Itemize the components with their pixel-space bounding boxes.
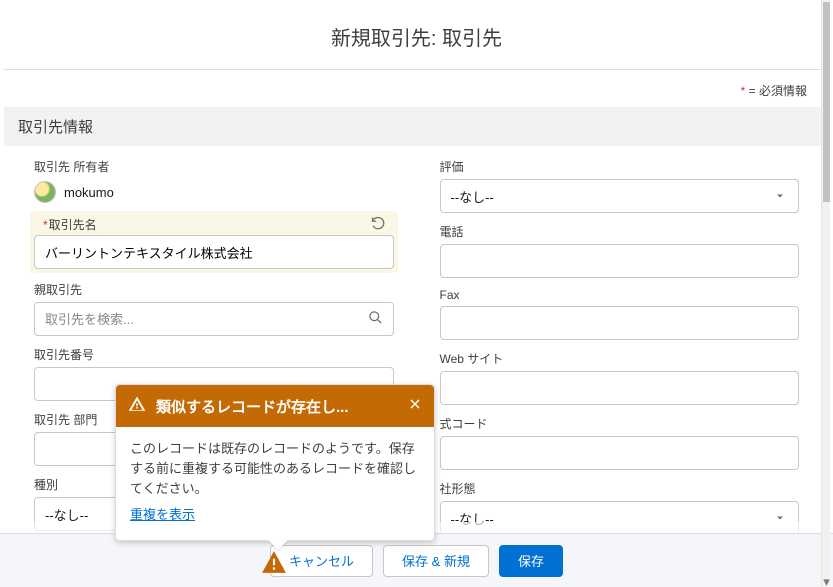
- popover-message: このレコードは既存のレコードのようです。保存する前に重複する可能性のあるレコード…: [130, 439, 420, 499]
- account-name-input[interactable]: [34, 235, 394, 269]
- vertical-scrollbar[interactable]: ▴ ▾: [821, 0, 830, 587]
- label-account-number: 取引先番号: [34, 346, 394, 363]
- label-phone: 電話: [440, 223, 800, 240]
- save-and-new-button[interactable]: 保存 & 新規: [383, 545, 489, 577]
- scroll-down-icon[interactable]: ▾: [822, 577, 831, 587]
- field-account-name: *取引先名: [34, 213, 394, 271]
- required-star: *: [741, 84, 746, 98]
- label-rating: 評価: [440, 158, 800, 175]
- footer: キャンセル 保存 & 新規 保存: [0, 533, 833, 587]
- required-legend: * = 必須情報: [0, 70, 833, 99]
- field-website: Web サイト: [440, 350, 800, 405]
- rating-select[interactable]: --なし--: [440, 179, 800, 213]
- field-fax: Fax: [440, 288, 800, 340]
- chevron-down-icon: [772, 188, 788, 204]
- fax-input[interactable]: [440, 306, 800, 340]
- label-parent-account: 親取引先: [34, 281, 394, 298]
- warning-icon: [128, 395, 146, 417]
- popover-title: 類似するレコードが存在し...: [156, 396, 398, 417]
- stock-code-input[interactable]: [440, 436, 800, 470]
- duplicate-popover: 類似するレコードが存在し... このレコードは既存のレコードのようです。保存する…: [115, 384, 435, 541]
- avatar: [34, 181, 56, 203]
- scrollbar-thumb[interactable]: [823, 2, 830, 202]
- undo-icon[interactable]: [370, 215, 385, 233]
- save-button[interactable]: 保存: [499, 545, 563, 577]
- label-owner: 取引先 所有者: [34, 158, 394, 175]
- owner-name: mokumo: [64, 185, 114, 200]
- field-phone: 電話: [440, 223, 800, 278]
- page-title: 新規取引先: 取引先: [0, 0, 833, 69]
- website-input[interactable]: [440, 371, 800, 405]
- field-owner: 取引先 所有者 mokumo: [34, 158, 394, 203]
- label-ownership: 社形態: [440, 480, 800, 497]
- section-title-account-info: 取引先情報: [4, 107, 829, 146]
- label-website: Web サイト: [440, 350, 800, 367]
- parent-account-combobox[interactable]: [34, 302, 394, 336]
- label-fax: Fax: [440, 288, 800, 302]
- field-rating: 評価 --なし--: [440, 158, 800, 213]
- phone-input[interactable]: [440, 244, 800, 278]
- warning-icon[interactable]: [261, 549, 287, 575]
- close-icon[interactable]: [408, 397, 422, 415]
- field-stock-code: 式コード: [440, 415, 800, 470]
- label-account-name: *取引先名: [43, 216, 97, 233]
- field-parent-account: 親取引先: [34, 281, 394, 336]
- label-stock-code: 式コード: [440, 415, 800, 432]
- search-icon: [368, 310, 383, 328]
- view-duplicates-link[interactable]: 重複を表示: [130, 505, 195, 525]
